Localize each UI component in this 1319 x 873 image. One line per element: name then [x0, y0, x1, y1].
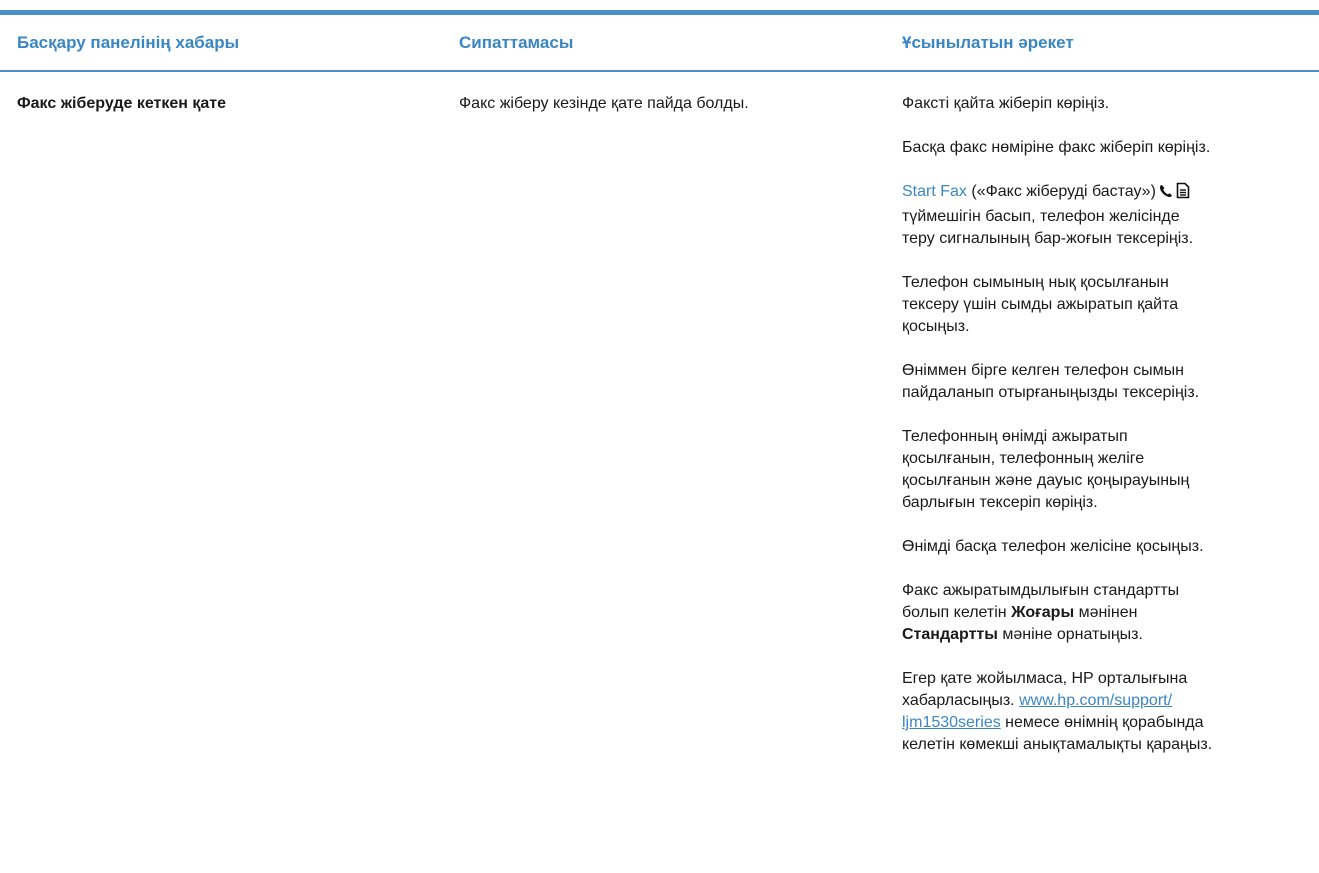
support-link-part2[interactable]: ljm1530series	[902, 714, 1001, 731]
table-header-row: Басқару панелінің хабары Сипаттамасы Ұсы…	[0, 15, 1319, 72]
action-start-fax: Start Fax («Факс жіберуді бастау») түйме…	[902, 181, 1317, 250]
resolution-line3-post: мәніне орнатыңыз.	[1002, 626, 1143, 643]
resolution-line1: Факс ажыратымдылығын стандартты	[902, 582, 1180, 599]
message-cell: Факс жіберуде кеткен қате	[17, 95, 227, 112]
start-fax-paren: («Факс жіберуді бастау»)	[971, 183, 1156, 200]
action-reconnect-cable: Телефон сымының нық қосылғанын тексеру ү…	[902, 272, 1317, 338]
header-control-panel-message: Басқару панелінің хабары	[17, 32, 240, 52]
check-line2: қосылғанын, телефонның желіге	[902, 450, 1145, 467]
message-table: Басқару панелінің хабары Сипаттамасы Ұсы…	[0, 10, 1319, 852]
action-other-number: Басқа факс нөміріне факс жіберіп көріңіз…	[902, 139, 1211, 156]
start-fax-line3: теру сигналының бар-жоғын тексеріңіз.	[902, 230, 1194, 247]
description-cell: Факс жіберу кезінде қате пайда болды.	[459, 95, 749, 112]
document-icon	[1176, 182, 1190, 206]
header-recommended-action: Ұсынылатын әрекет	[902, 32, 1074, 52]
check-line1: Телефонның өнімді ажыратып	[902, 428, 1128, 445]
supplied-line2: пайдаланып отырғаныңызды тексеріңіз.	[902, 384, 1200, 401]
supplied-line1: Өніммен бірге келген телефон сымын	[902, 362, 1184, 379]
resolution-line2-pre: болып келетін	[902, 604, 1007, 621]
phone-icon	[1158, 183, 1174, 206]
contact-line1: Егер қате жойылмаса, HP орталығына	[902, 670, 1188, 687]
contact-line3-post: немесе өнімнің қорабында	[1005, 714, 1204, 731]
reconnect-line2: тексеру үшін сымды ажыратып қайта	[902, 296, 1179, 313]
action-other-line: Өнімді басқа телефон желісіне қосыңыз.	[902, 538, 1204, 555]
action-check-connection: Телефонның өнімді ажыратып қосылғанын, т…	[902, 426, 1317, 514]
header-description: Сипаттамасы	[459, 32, 574, 52]
table-row: Факс жіберуде кеткен қате Факс жіберу ке…	[0, 72, 1319, 852]
reconnect-line1: Телефон сымының нық қосылғанын	[902, 274, 1169, 291]
resolution-line2-post: мәнінен	[1078, 604, 1138, 621]
start-fax-line2: түймешігін басып, телефон желісінде	[902, 208, 1180, 225]
check-line4: барлығын тексеріп көріңіз.	[902, 494, 1098, 511]
action-use-supplied-cable: Өніммен бірге келген телефон сымын пайда…	[902, 360, 1317, 404]
action-contact-hp: Егер қате жойылмаса, HP орталығына хабар…	[902, 668, 1317, 756]
start-fax-link[interactable]: Start Fax	[902, 183, 967, 200]
action-cell: Факсті қайта жіберіп көріңіз. Басқа факс…	[902, 93, 1317, 778]
resolution-standard: Стандартты	[902, 626, 998, 643]
contact-line4: келетін көмекші анықтамалықты қараңыз.	[902, 736, 1213, 753]
reconnect-line3: қосыңыз.	[902, 318, 970, 335]
check-line3: қосылғанын және дауыс қоңырауының	[902, 472, 1190, 489]
action-retry: Факсті қайта жіберіп көріңіз.	[902, 95, 1110, 112]
resolution-high: Жоғары	[1011, 604, 1075, 621]
action-change-resolution: Факс ажыратымдылығын стандартты болып ке…	[902, 580, 1317, 646]
contact-line2-pre: хабарласыңыз.	[902, 692, 1015, 709]
support-link-part1[interactable]: www.hp.com/support/	[1019, 692, 1172, 709]
